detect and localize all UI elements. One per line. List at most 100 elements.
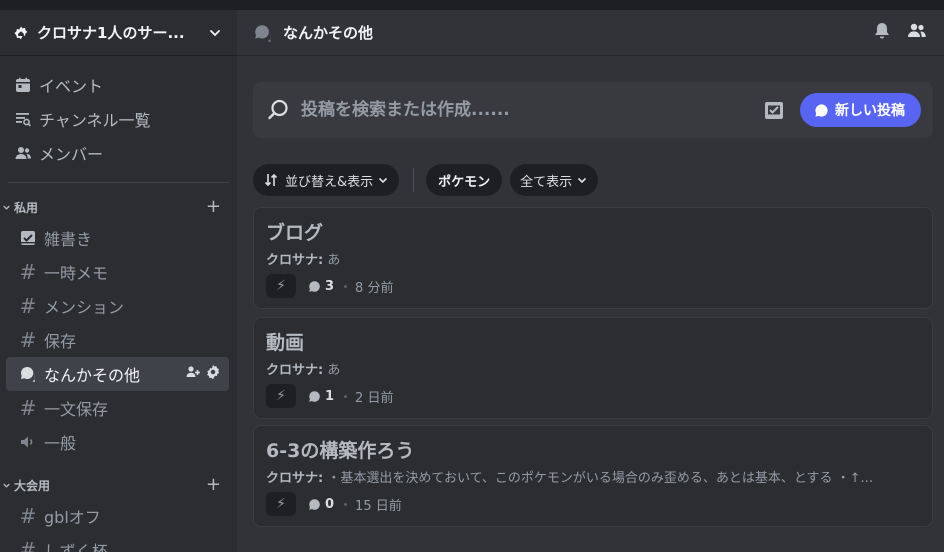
chat-bubble-icon: [308, 280, 321, 293]
post-preview: クロサナ: あ: [266, 359, 920, 378]
forum-icon: [253, 22, 275, 44]
new-post-button[interactable]: 新しい投稿: [800, 93, 921, 127]
channel-item-nankasonota[interactable]: なんかその他: [6, 357, 229, 391]
message-count: 3: [308, 279, 334, 294]
post-body: あ: [327, 253, 341, 268]
nav-label: チャンネル一覧: [39, 111, 151, 130]
forum-icon: [18, 364, 38, 384]
separator-dot: [344, 284, 348, 288]
nav-label: イベント: [39, 77, 104, 96]
channel-sidebar: クロサナ1人のサー... イベント チャンネル一覧 メンバー 私用 + 雑書き …: [0, 10, 237, 552]
forum-post[interactable]: 6-3の構築作ろう クロサナ: ・基本選出を決めておいて、このポケモンがいる場合…: [253, 425, 933, 527]
channel-item-hozon[interactable]: # 保存: [6, 323, 229, 357]
hash-icon: #: [19, 504, 37, 528]
invite-icon[interactable]: [185, 364, 201, 384]
post-search-bar: 新しい投稿: [253, 82, 933, 138]
chevron-down-icon: [2, 203, 12, 212]
channel-item-mention[interactable]: # メンション: [6, 289, 229, 323]
channel-label: gblオフ: [44, 508, 101, 527]
channel-header: なんかその他: [237, 10, 944, 56]
search-icon: [265, 97, 291, 123]
members-icon: [13, 143, 33, 163]
hash-icon: #: [19, 260, 37, 284]
nav-channel-browse[interactable]: チャンネル一覧: [0, 102, 229, 136]
post-title: 動画: [266, 332, 305, 354]
hash-icon: #: [19, 396, 37, 420]
server-header[interactable]: クロサナ1人のサー...: [0, 10, 237, 56]
nav-members[interactable]: メンバー: [0, 136, 229, 170]
channel-label: メンション: [44, 298, 125, 317]
post-timestamp: 2 日前: [355, 390, 394, 406]
divider: [413, 168, 415, 192]
channel-item-zatsugaki[interactable]: 雑書き: [6, 221, 229, 255]
category-label: 私用: [14, 200, 39, 215]
server-home-icon: [12, 24, 30, 42]
post-body: ・基本選出を決めておいて、このポケモンがいる場合のみ歪める、あとは基本、とする …: [327, 471, 873, 486]
channel-browse-icon: [13, 109, 33, 129]
new-post-label: 新しい投稿: [835, 102, 905, 118]
search-input[interactable]: [301, 100, 762, 120]
category-tournament[interactable]: 大会用 +: [0, 471, 237, 499]
bell-icon[interactable]: [872, 21, 892, 45]
post-preview: クロサナ: ・基本選出を決めておいて、このポケモンがいる場合のみ歪める、あとは基…: [266, 467, 920, 486]
separator-dot: [344, 394, 348, 398]
channel-label: 一文保存: [44, 400, 109, 419]
gear-icon[interactable]: [205, 364, 221, 384]
forum-main: なんかその他 新しい投稿 並び替え&: [237, 10, 944, 552]
channel-label: 雑書き: [44, 230, 93, 249]
message-count: 0: [308, 497, 334, 512]
hash-icon: #: [19, 538, 37, 552]
chevron-down-icon: [207, 25, 223, 41]
post-timestamp: 15 日前: [355, 498, 402, 514]
chevron-down-icon: [576, 174, 588, 186]
chevron-down-icon: [377, 174, 389, 186]
chat-bubble-icon: [814, 103, 829, 118]
reaction-lightning-icon[interactable]: ⚡: [266, 274, 296, 298]
nav-events[interactable]: イベント: [0, 68, 229, 102]
message-count-value: 0: [325, 496, 335, 512]
channel-label: 保存: [44, 332, 77, 351]
calendar-icon: [13, 75, 33, 95]
add-channel-icon[interactable]: +: [206, 476, 221, 494]
hash-icon: #: [19, 328, 37, 352]
post-timestamp: 8 分前: [355, 280, 394, 296]
category-label: 大会用: [14, 478, 51, 493]
sort-arrows-icon: [263, 172, 279, 188]
channel-label: なんかその他: [44, 366, 141, 385]
tag-label: ポケモン: [438, 174, 491, 190]
forum-post[interactable]: ブログ クロサナ: あ ⚡ 3 8 分前: [253, 207, 933, 309]
chat-bubble-icon: [308, 498, 321, 511]
post-body: あ: [327, 363, 341, 378]
reaction-lightning-icon[interactable]: ⚡: [266, 492, 296, 516]
message-count: 1: [308, 389, 334, 404]
post-author: クロサナ:: [266, 471, 324, 486]
sort-label: 並び替え&表示: [285, 174, 374, 190]
channel-item-shizuku-cup[interactable]: # しずく杯: [6, 533, 229, 552]
forum-filters: 並び替え&表示 ポケモン 全て表示: [253, 164, 606, 196]
sort-view-button[interactable]: 並び替え&表示: [253, 164, 400, 196]
post-author: クロサナ:: [266, 363, 324, 378]
page-title: なんかその他: [283, 24, 374, 42]
reaction-lightning-icon[interactable]: ⚡: [266, 384, 296, 408]
post-template-icon[interactable]: [762, 98, 786, 122]
post-author: クロサナ:: [266, 253, 324, 268]
message-count-value: 1: [325, 388, 335, 404]
add-channel-icon[interactable]: +: [206, 198, 221, 216]
category-private[interactable]: 私用 +: [0, 193, 237, 221]
channel-item-ippan[interactable]: 一般: [6, 425, 229, 459]
show-all-tags-button[interactable]: 全て表示: [510, 164, 599, 196]
chat-bubble-icon: [308, 390, 321, 403]
separator-dot: [344, 502, 348, 506]
channel-item-ichiji-memo[interactable]: # 一時メモ: [6, 255, 229, 289]
speaker-icon: [18, 432, 38, 452]
post-title: 6-3の構築作ろう: [266, 440, 415, 462]
tag-filter-pokemon[interactable]: ポケモン: [426, 164, 503, 196]
forum-post[interactable]: 動画 クロサナ: あ ⚡ 1 2 日前: [253, 317, 933, 419]
message-count-value: 3: [325, 278, 335, 294]
post-title: ブログ: [266, 222, 324, 244]
channel-item-gbl-off[interactable]: # gblオフ: [6, 499, 229, 533]
channel-item-ichibun-hozon[interactable]: # 一文保存: [6, 391, 229, 425]
divider: [8, 182, 229, 183]
members-icon[interactable]: [906, 21, 928, 45]
chevron-down-icon: [2, 481, 12, 490]
